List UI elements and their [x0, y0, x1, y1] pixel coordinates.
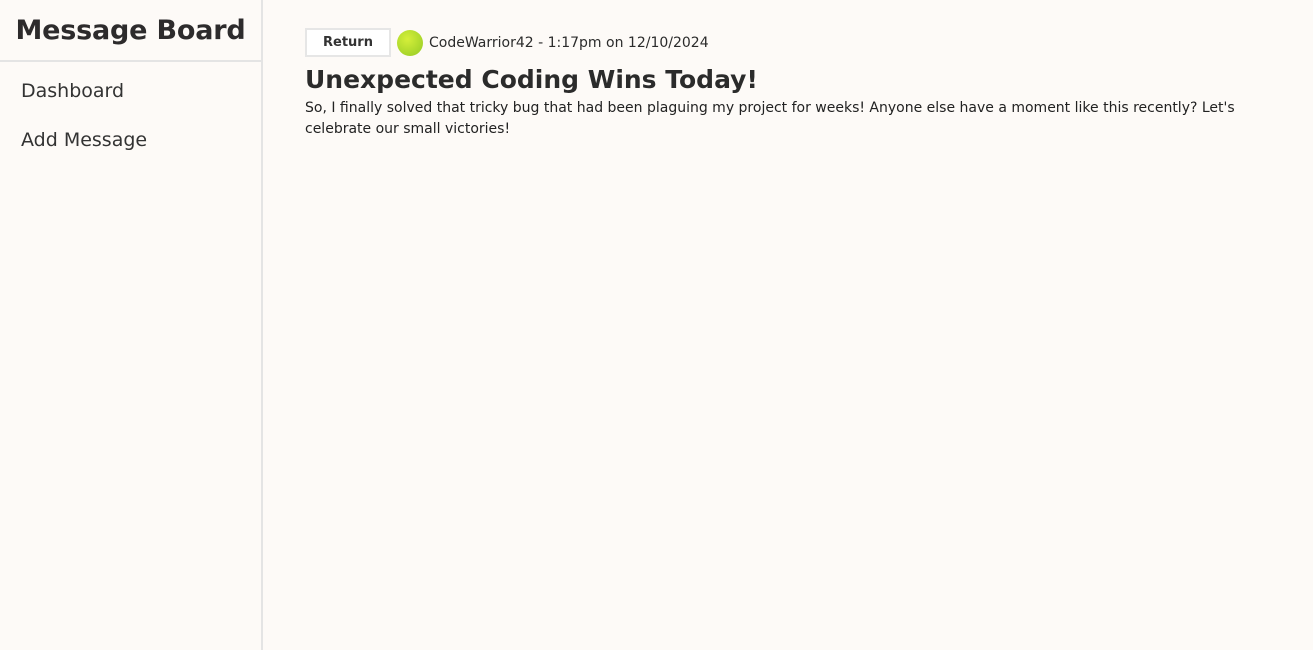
post-title: Unexpected Coding Wins Today! [305, 65, 758, 94]
main-content: Return CodeWarrior42 - 1:17pm on 12/10/2… [263, 0, 1313, 650]
post-body: So, I finally solved that tricky bug tha… [305, 100, 1235, 137]
post-meta: CodeWarrior42 - 1:17pm on 12/10/2024 [429, 34, 709, 51]
brand-title: Message Board [0, 0, 261, 62]
sidebar-item-dashboard[interactable]: Dashboard [0, 67, 261, 116]
return-button[interactable]: Return [305, 28, 391, 57]
avatar [397, 29, 423, 56]
post-meta-row: Return CodeWarrior42 - 1:17pm on 12/10/2… [305, 28, 1271, 57]
sidebar-nav: Dashboard Add Message [0, 62, 261, 165]
sidebar: Message Board Dashboard Add Message [0, 0, 263, 650]
sidebar-item-add-message[interactable]: Add Message [0, 116, 261, 165]
app: Message Board Dashboard Add Message Retu… [0, 0, 1313, 650]
